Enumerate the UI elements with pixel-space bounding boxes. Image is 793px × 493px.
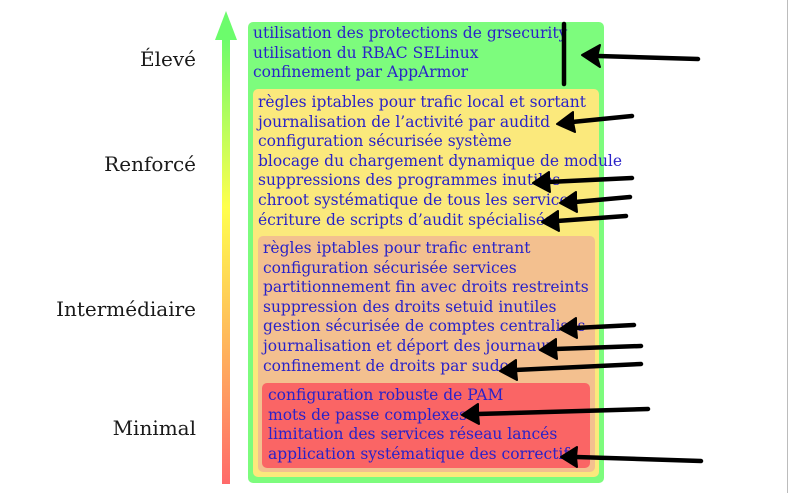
arrow-comptes [572,322,637,331]
arrowhead-high [581,44,601,68]
arrowhead-journaux [539,338,558,360]
arrow-auditd [569,113,635,125]
arrowhead-auditd [556,111,576,133]
arrow-chroot [572,194,633,205]
arrowhead-programmes [532,171,551,193]
arrowhead-correctifs [560,446,578,468]
arrow-correctifs [573,454,704,464]
arrow-sudo [512,361,644,373]
arrowhead-scripts [541,210,560,232]
arrowhead-passe [461,403,480,425]
arrow-high [595,53,701,62]
annotation-arrows [461,21,704,468]
arrow-scripts [554,213,629,224]
arrow-journaux [552,343,644,352]
arrow-programmes [545,175,635,185]
arrowhead-sudo [499,359,518,381]
arrowhead-comptes [559,317,578,339]
arrowhead-chroot [559,191,578,213]
arrow-passe [474,406,651,417]
